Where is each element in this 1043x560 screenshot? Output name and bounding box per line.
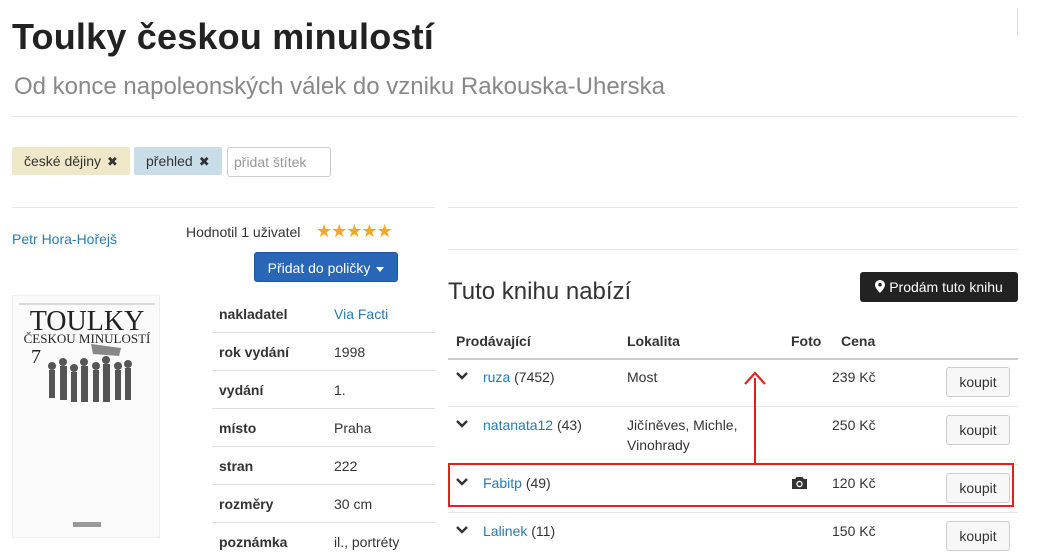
location-line: Jičíněves, Michle, [627, 417, 738, 433]
detail-value: Praha [327, 408, 435, 447]
location-cell: Jičíněves, Michle, Vinohrady [627, 415, 737, 455]
tag-label: přehled [146, 153, 193, 169]
rating-text: Hodnotil 1 uživatel [186, 224, 301, 240]
rating-stars[interactable]: ★★★★★ [316, 221, 393, 242]
detail-value: 1. [327, 370, 435, 409]
detail-key: rok vydání [212, 332, 327, 371]
chevron-down-icon[interactable] [456, 369, 468, 384]
location-cell: Most [627, 369, 658, 385]
seller-link[interactable]: Lalinek [483, 523, 527, 539]
tag-prehled[interactable]: přehled ✖ [134, 147, 222, 175]
col-price: Cena [841, 333, 876, 349]
cover-number: 7 [31, 346, 41, 368]
detail-row: rok vydání 1998 [212, 332, 435, 371]
annotation-arrowhead [744, 371, 766, 385]
page-subtitle: Od konce napoleonských válek do vzniku R… [14, 73, 666, 100]
tag-label: české dějiny [24, 153, 102, 169]
add-to-shelf-button[interactable]: Přidat do poličky [254, 252, 398, 282]
seller-rating-count: (43) [556, 417, 582, 433]
seller-rating-count: (7452) [514, 369, 555, 385]
detail-value: il., portréty [327, 522, 435, 560]
detail-row: rozměry 30 cm [212, 484, 435, 523]
price-cell: 150 Kč [832, 523, 876, 539]
detail-row: místo Praha [212, 408, 435, 447]
price-cell: 239 Kč [832, 369, 876, 385]
price-cell: 250 Kč [832, 417, 876, 433]
sell-book-button[interactable]: Prodám tuto knihu [860, 272, 1018, 302]
detail-key: vydání [212, 370, 327, 409]
location-line: Vinohrady [627, 437, 690, 453]
seller-rating-count: (11) [531, 523, 556, 539]
detail-key: stran [212, 446, 327, 485]
divider [448, 207, 1018, 208]
col-seller: Prodávající [456, 333, 531, 349]
detail-value: 30 cm [327, 484, 435, 523]
detail-row: poznámka il., portréty [212, 522, 435, 560]
remove-tag-icon[interactable]: ✖ [199, 154, 210, 169]
buy-button[interactable]: koupit [946, 521, 1010, 551]
seller-link[interactable]: ruza [483, 369, 510, 385]
tag-ceske-dejiny[interactable]: české dějiny ✖ [12, 147, 130, 175]
seller-cell: natanata12 (43) [483, 415, 582, 435]
add-to-shelf-label: Přidat do poličky [267, 260, 371, 276]
col-photo: Foto [791, 333, 822, 349]
book-details-table: nakladatel Via Facti rok vydání 1998 vydán… [212, 295, 435, 560]
divider [12, 116, 1018, 117]
detail-value: 222 [327, 446, 435, 485]
page-title: Toulky českou minulostí [12, 16, 435, 57]
seller-cell: Lalinek (11) [483, 521, 555, 541]
detail-key: rozměry [212, 484, 327, 523]
chevron-down-icon[interactable] [456, 523, 468, 538]
seller-link[interactable]: natanata12 [483, 417, 553, 433]
detail-value: 1998 [327, 332, 435, 371]
caret-down-icon [376, 266, 385, 272]
divider [12, 207, 435, 208]
book-cover: TOULKY ČESKOU MINULOSTÍ 7 [12, 295, 160, 538]
sell-book-label: Prodám tuto knihu [889, 279, 1003, 295]
col-location: Lokalita [627, 333, 680, 349]
book-cover-image: TOULKY ČESKOU MINULOSTÍ 7 [13, 296, 159, 537]
seller-cell: ruza (7452) [483, 367, 555, 387]
offers-title: Tuto knihu nabízí [448, 278, 632, 305]
author-link[interactable]: Petr Hora-Hořejš [12, 231, 117, 247]
detail-row: stran 222 [212, 446, 435, 485]
divider [1017, 8, 1018, 36]
detail-key: poznámka [212, 522, 327, 560]
divider [448, 249, 1018, 250]
remove-tag-icon[interactable]: ✖ [107, 154, 118, 169]
detail-key: nakladatel [219, 305, 288, 322]
buy-button[interactable]: koupit [946, 367, 1010, 397]
detail-row: vydání 1. [212, 370, 435, 409]
divider [448, 512, 1018, 513]
detail-row: nakladatel Via Facti [212, 295, 435, 333]
annotation-arrow-line [754, 378, 756, 464]
detail-key: místo [212, 408, 327, 447]
table-header-divider [448, 358, 1018, 360]
map-marker-icon [875, 280, 886, 293]
cover-title-2: ČESKOU MINULOSTÍ [24, 331, 151, 346]
chevron-down-icon[interactable] [456, 417, 468, 432]
publisher-link[interactable]: Via Facti [334, 306, 388, 322]
buy-button[interactable]: koupit [946, 415, 1010, 445]
divider [448, 406, 1018, 407]
add-tag-input[interactable] [227, 147, 331, 177]
highlight-box [448, 463, 1014, 507]
